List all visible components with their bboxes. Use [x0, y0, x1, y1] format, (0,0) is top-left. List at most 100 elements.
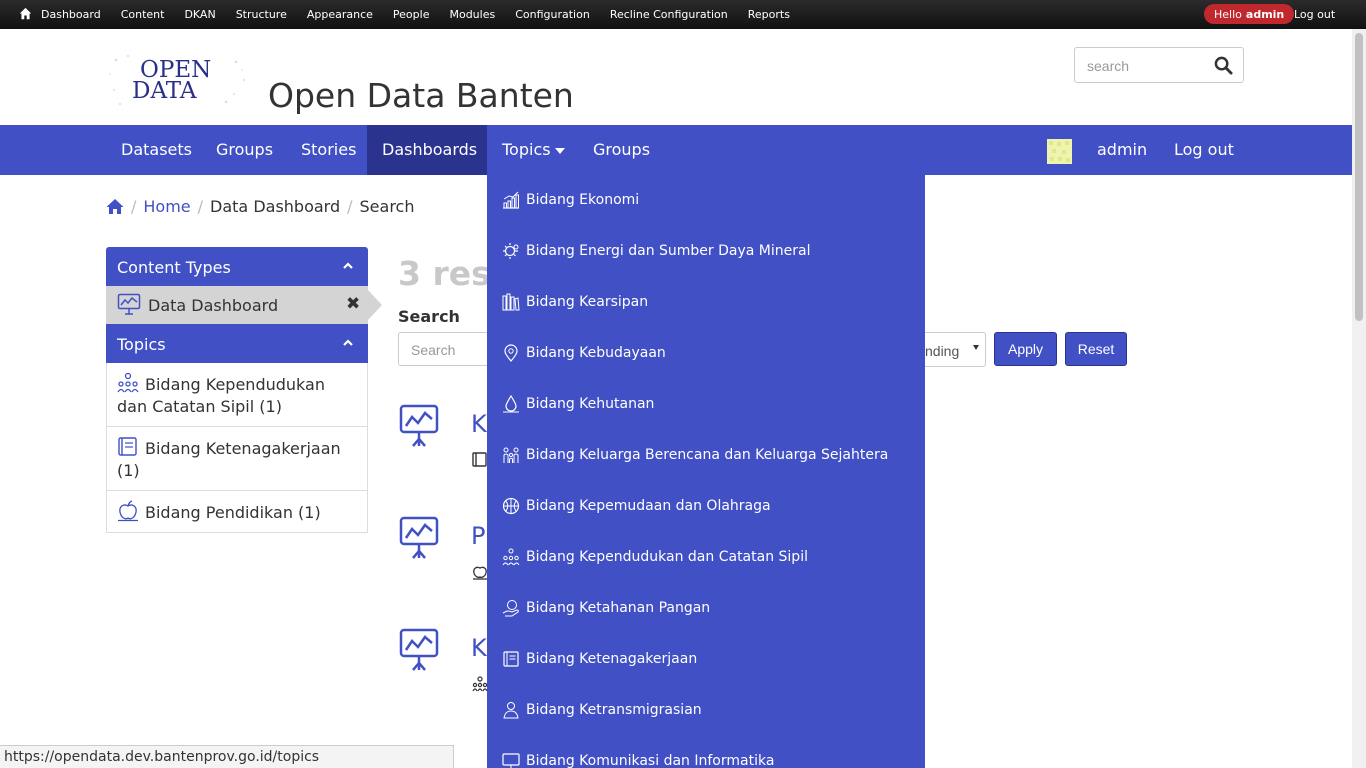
page-scrollbar[interactable] — [1352, 29, 1366, 768]
facet-topics-list: Bidang Kependudukan dan Catatan Sipil (1… — [106, 363, 368, 533]
facet-topic-label: Bidang Kependudukan dan Catatan Sipil (1… — [117, 375, 325, 416]
admin-menu-configuration[interactable]: Configuration — [515, 8, 590, 21]
water-drop-icon — [503, 395, 519, 413]
breadcrumb-home[interactable]: Home — [143, 197, 190, 216]
nav-topics[interactable]: Topics — [487, 125, 580, 175]
site-logo[interactable]: OPEN DATA — [106, 50, 250, 112]
admin-menu-structure[interactable]: Structure — [236, 8, 287, 21]
admin-menu-dkan[interactable]: DKAN — [184, 8, 215, 21]
dropdown-item-kebudayaan[interactable]: Bidang Kebudayaan — [502, 341, 666, 365]
admin-menu: Dashboard Content DKAN Structure Appeara… — [41, 0, 810, 29]
result-title[interactable]: K — [471, 410, 487, 438]
dropdown-item-ketenagakerjaan[interactable]: Bidang Ketenagakerjaan — [502, 647, 697, 671]
admin-menu-modules[interactable]: Modules — [449, 8, 495, 21]
breadcrumb-separator: / — [131, 196, 137, 216]
facet-topic-label: Bidang Pendidikan (1) — [145, 503, 321, 522]
apple-icon — [118, 500, 138, 522]
nav-logout[interactable]: Log out — [1159, 125, 1249, 175]
dropdown-item-energi[interactable]: Bidang Energi dan Sumber Daya Mineral — [502, 239, 810, 263]
dropdown-item-kependudukan[interactable]: Bidang Kependudukan dan Catatan Sipil — [502, 545, 808, 569]
active-filter-label: Data Dashboard — [148, 296, 279, 315]
dropdown-item-kepemudaan[interactable]: Bidang Kepemudaan dan Olahraga — [502, 494, 771, 518]
nav-stories[interactable]: Stories — [286, 125, 371, 175]
nav-dashboards[interactable]: Dashboards — [367, 125, 487, 175]
dropdown-item-label: Bidang Kepemudaan dan Olahraga — [526, 498, 771, 514]
dropdown-item-ketransmigrasian[interactable]: Bidang Ketransmigrasian — [502, 698, 702, 722]
remove-filter-icon[interactable]: ✖ — [346, 294, 360, 314]
chevron-up-icon — [343, 339, 353, 346]
admin-menu-appearance[interactable]: Appearance — [307, 8, 373, 21]
main-navbar: Datasets Groups Stories Dashboards Topic… — [0, 125, 1352, 175]
header-search-input[interactable]: search — [1087, 58, 1129, 74]
home-icon[interactable] — [19, 7, 32, 20]
site-name[interactable]: Open Data Banten — [268, 76, 574, 115]
book-icon — [472, 452, 487, 467]
facet-content-types-title: Content Types — [117, 258, 231, 277]
dropdown-item-label: Bidang Kehutanan — [526, 396, 655, 412]
dropdown-item-label: Bidang Kearsipan — [526, 294, 649, 310]
active-filter-data-dashboard[interactable]: Data Dashboard ✖ — [106, 286, 382, 324]
search-icon — [1214, 56, 1233, 75]
dropdown-item-kearsipan[interactable]: Bidang Kearsipan — [502, 290, 648, 314]
presentation-chart-icon — [399, 628, 439, 671]
people-network-icon — [502, 548, 520, 566]
apple-icon — [473, 566, 487, 580]
header-search-button[interactable] — [1203, 48, 1243, 82]
monitor-icon — [502, 753, 520, 768]
admin-menu-content[interactable]: Content — [121, 8, 165, 21]
user-avatar[interactable] — [1047, 139, 1072, 164]
dropdown-item-label: Bidang Energi dan Sumber Daya Mineral — [526, 243, 811, 259]
admin-menu-reports[interactable]: Reports — [748, 8, 790, 21]
archive-icon — [502, 293, 520, 311]
facet-topic-item[interactable]: Bidang Kependudukan dan Catatan Sipil (1… — [107, 363, 367, 426]
result-title[interactable]: P — [471, 522, 485, 550]
dropdown-item-keluarga-berencana[interactable]: Bidang Keluarga Berencana dan Keluarga S… — [502, 443, 888, 467]
apply-button[interactable]: Apply — [994, 332, 1057, 366]
dropdown-item-komunikasi[interactable]: Bidang Komunikasi dan Informatika — [502, 749, 774, 768]
facet-content-types-header[interactable]: Content Types — [106, 247, 368, 286]
admin-menu-dashboard[interactable]: Dashboard — [41, 8, 101, 21]
dropdown-item-kehutanan[interactable]: Bidang Kehutanan — [502, 392, 654, 416]
logo-text-data: DATA — [132, 78, 197, 104]
breadcrumb-separator: / — [347, 196, 353, 216]
admin-toolbar: Dashboard Content DKAN Structure Appeara… — [0, 0, 1366, 29]
topics-dropdown-menu: Bidang Ekonomi Bidang Energi dan Sumber … — [487, 175, 925, 768]
facet-topics-header[interactable]: Topics — [106, 324, 368, 363]
facet-topic-item[interactable]: Bidang Pendidikan (1) — [107, 490, 367, 532]
person-move-icon — [503, 702, 519, 719]
nav-groups[interactable]: Groups — [201, 125, 288, 175]
facet-topic-label: Bidang Ketenagakerjaan (1) — [117, 439, 341, 480]
dropdown-item-label: Bidang Ekonomi — [526, 192, 640, 208]
header-search-form: search — [1074, 47, 1244, 83]
hello-text: Hello — [1214, 7, 1242, 21]
admin-logout-link[interactable]: Log out — [1294, 8, 1335, 21]
scrollbar-thumb[interactable] — [1355, 33, 1363, 321]
breadcrumb-section: Data Dashboard — [210, 196, 341, 216]
nav-groups-2[interactable]: Groups — [578, 125, 665, 175]
nav-datasets[interactable]: Datasets — [106, 125, 207, 175]
people-network-icon — [472, 676, 488, 692]
search-input[interactable]: Search — [398, 332, 498, 366]
dropdown-item-ekonomi[interactable]: Bidang Ekonomi — [502, 188, 639, 212]
location-pin-icon — [504, 344, 518, 362]
presentation-chart-icon — [117, 293, 141, 315]
family-icon — [503, 447, 519, 463]
hello-username: admin — [1245, 7, 1285, 21]
breadcrumb: / Home / Data Dashboard / Search — [106, 195, 414, 217]
dropdown-item-label: Bidang Kebudayaan — [526, 345, 666, 361]
select-arrow-icon — [973, 345, 979, 350]
sort-order-value: nding — [925, 343, 960, 359]
gear-bulb-icon — [503, 243, 519, 259]
admin-menu-recline-configuration[interactable]: Recline Configuration — [610, 8, 728, 21]
admin-menu-people[interactable]: People — [393, 8, 430, 21]
hello-user-badge[interactable]: Hello admin — [1204, 4, 1295, 24]
facet-topic-item[interactable]: Bidang Ketenagakerjaan (1) — [107, 426, 367, 490]
presentation-chart-icon — [399, 516, 439, 559]
reset-button[interactable]: Reset — [1065, 332, 1127, 366]
dropdown-item-ketahanan-pangan[interactable]: Bidang Ketahanan Pangan — [502, 596, 710, 620]
nav-user[interactable]: admin — [1082, 125, 1162, 175]
book-icon — [118, 437, 137, 456]
result-title[interactable]: K — [471, 634, 487, 662]
hand-food-icon — [502, 600, 519, 617]
home-icon[interactable] — [106, 198, 124, 215]
